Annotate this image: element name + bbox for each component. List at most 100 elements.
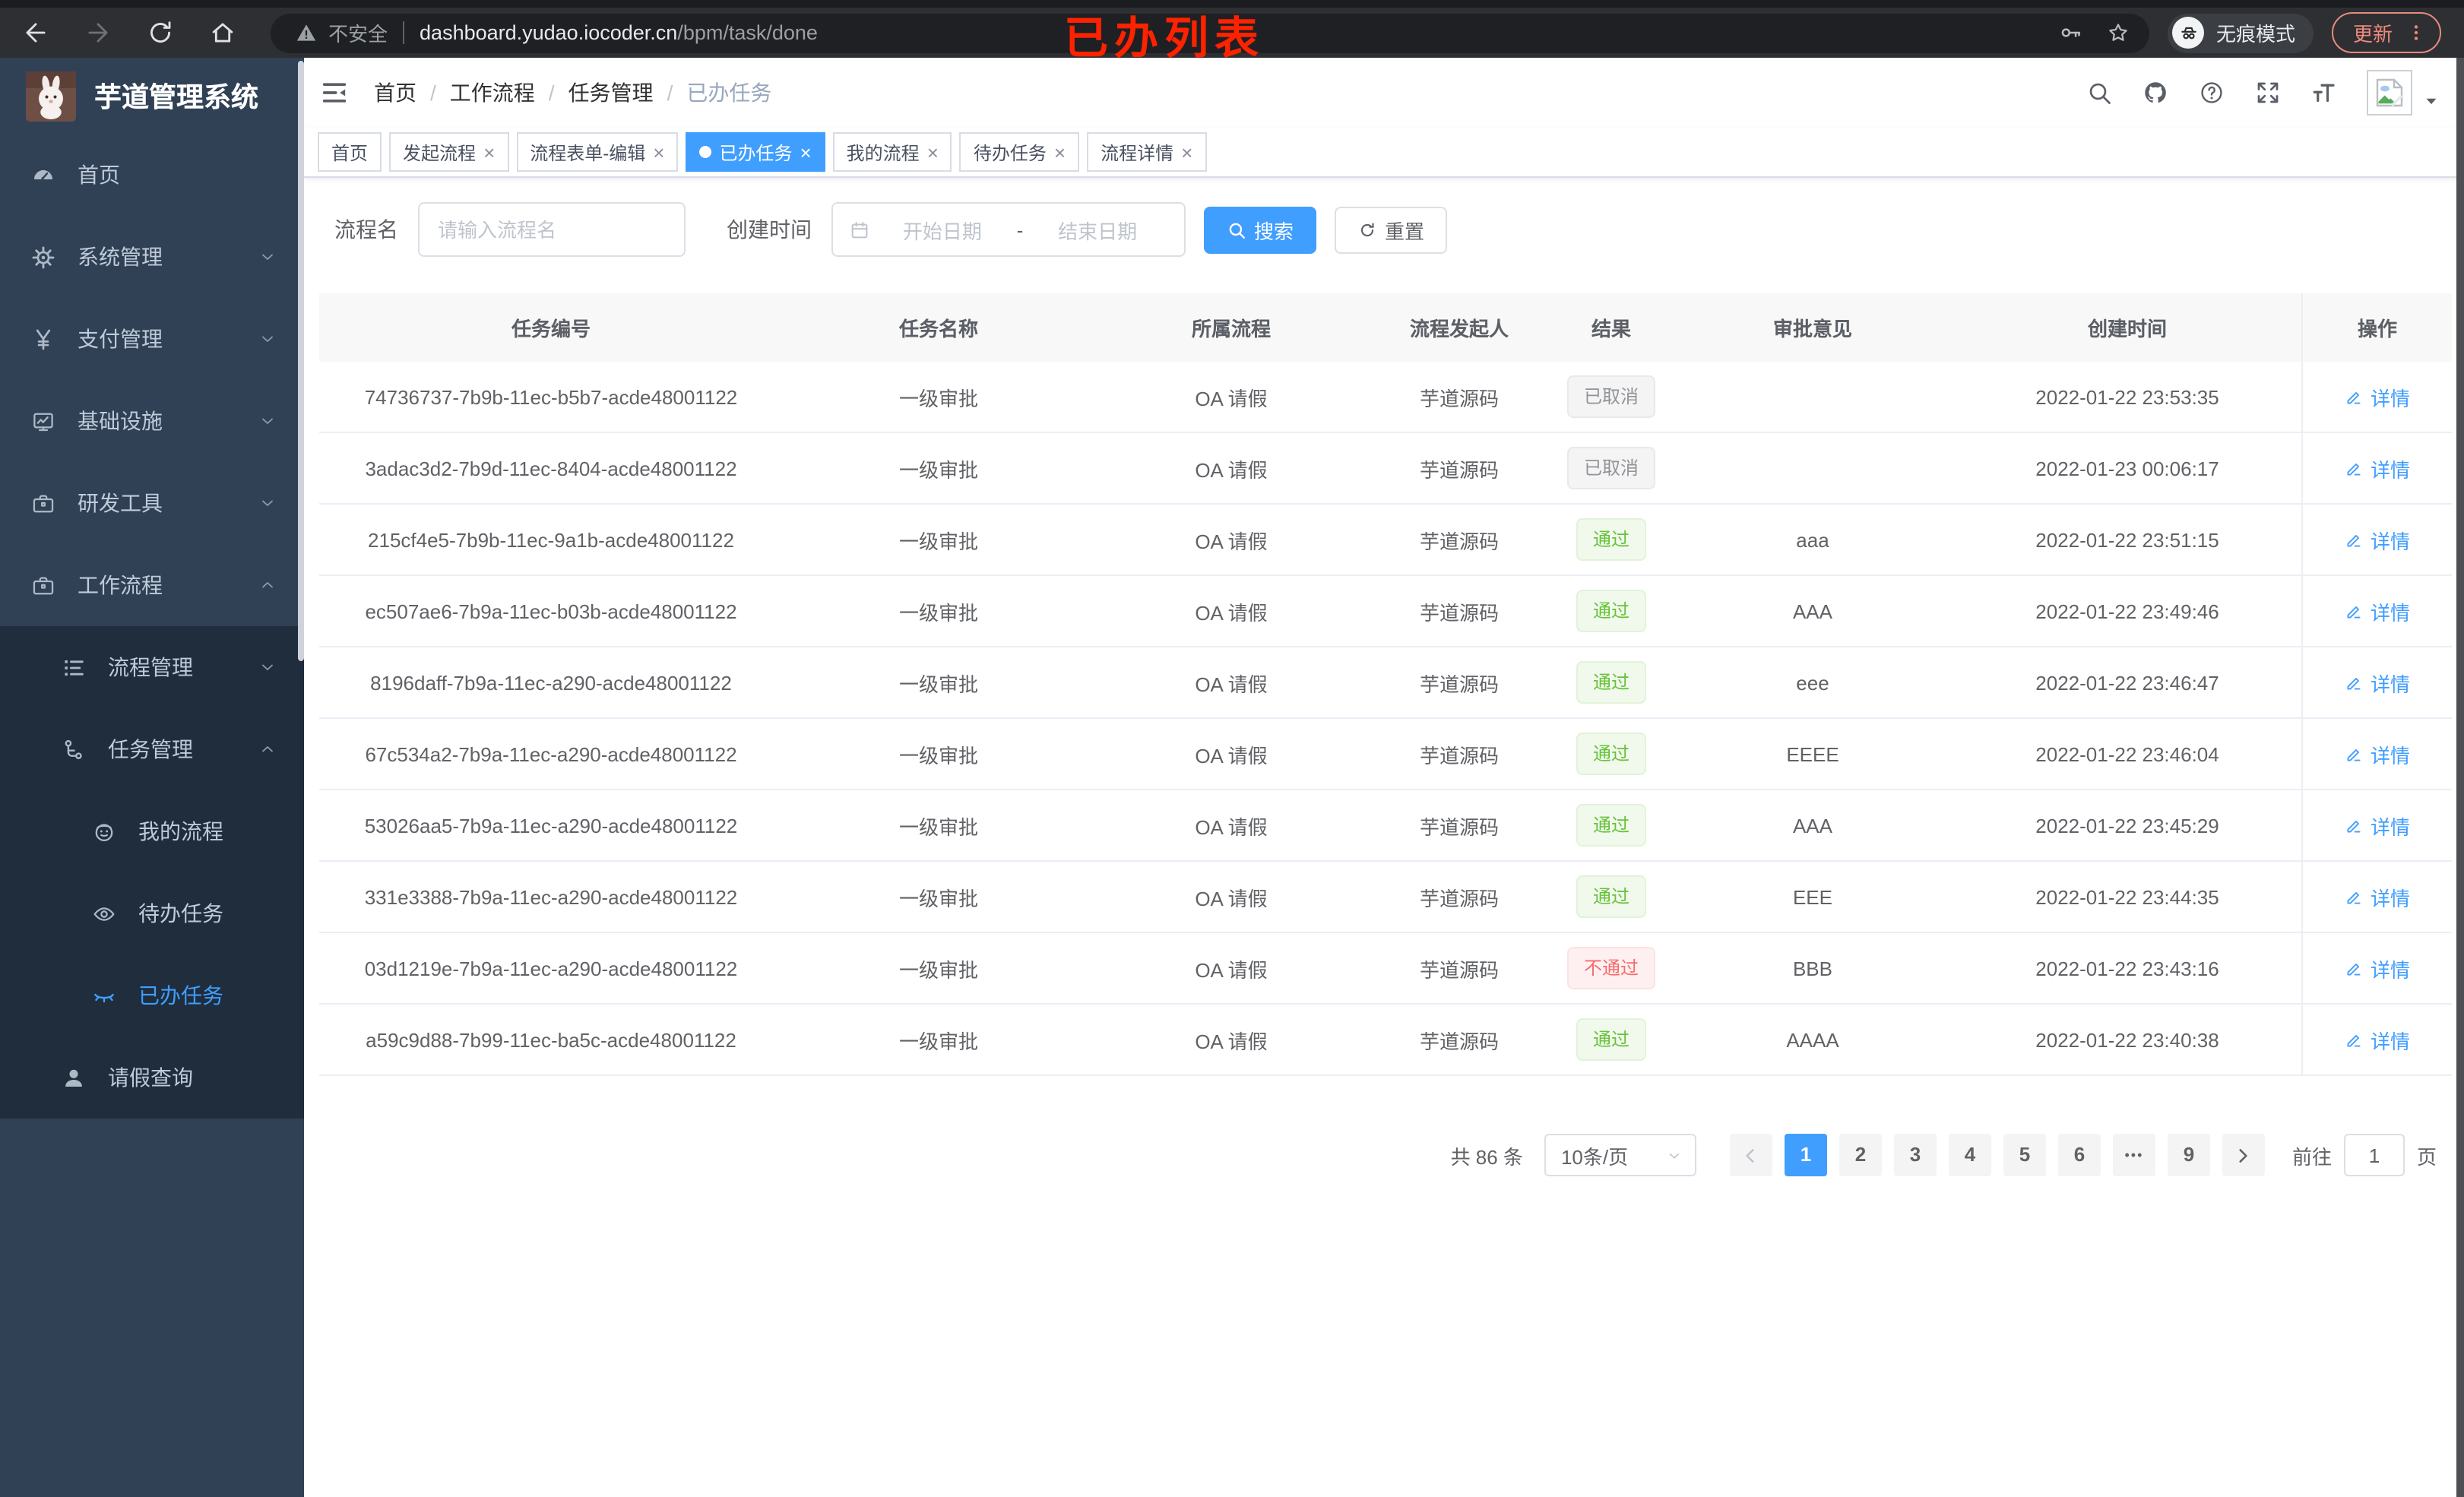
tree-icon: [61, 736, 87, 762]
sidebar-item[interactable]: 首页: [0, 134, 304, 216]
table-row: 03d1219e-7b9a-11ec-a290-acde48001122 一级审批…: [319, 933, 2452, 1005]
reload-icon[interactable]: [146, 18, 175, 47]
detail-link[interactable]: 详情: [2345, 525, 2410, 554]
start-date-placeholder[interactable]: 开始日期: [871, 215, 1014, 244]
reset-button[interactable]: 重置: [1335, 206, 1448, 253]
create-time-label: 创建时间: [727, 217, 812, 242]
page-scrollbar[interactable]: [2456, 58, 2464, 1497]
question-icon[interactable]: [2198, 79, 2225, 106]
detail-link[interactable]: 详情: [2345, 739, 2410, 768]
cell-task-name: 一级审批: [898, 1030, 978, 1052]
page-button[interactable]: 6: [2057, 1134, 2101, 1176]
tab-item[interactable]: 我的流程 ×: [832, 132, 952, 172]
page-button[interactable]: 2: [1838, 1134, 1882, 1176]
goto-page-input[interactable]: [2343, 1134, 2405, 1176]
cell-task-id: 74736737-7b9b-11ec-b5b7-acde48001122: [364, 385, 738, 408]
page-button[interactable]: 4: [1948, 1134, 1991, 1176]
detail-link[interactable]: 详情: [2345, 668, 2410, 697]
next-page-button[interactable]: [2222, 1134, 2265, 1176]
page-button[interactable]: 1: [1784, 1134, 1827, 1176]
end-date-placeholder[interactable]: 结束日期: [1026, 215, 1169, 244]
chevron-up-icon: [258, 740, 277, 758]
tab-label: 首页: [331, 142, 369, 163]
sidebar-item[interactable]: 任务管理: [0, 708, 304, 790]
sidebar-item[interactable]: 基础设施: [0, 380, 304, 462]
sidebar-item[interactable]: 系统管理: [0, 216, 304, 298]
tab-item[interactable]: 待办任务 ×: [959, 132, 1080, 172]
tab-item[interactable]: 流程表单-编辑 ×: [516, 132, 679, 172]
detail-link[interactable]: 详情: [2345, 382, 2410, 411]
forward-icon[interactable]: [84, 18, 112, 47]
column-header-name: 任务名称: [898, 318, 978, 340]
sidebar-item[interactable]: 研发工具: [0, 462, 304, 544]
pager-more-button[interactable]: •••: [2112, 1134, 2155, 1176]
search-button[interactable]: 搜索: [1204, 206, 1317, 253]
breadcrumb-separator: /: [667, 81, 673, 105]
breadcrumb-item[interactable]: 首页: [374, 78, 416, 108]
tab-item[interactable]: 发起流程 ×: [389, 132, 509, 172]
fullscreen-icon[interactable]: [2254, 79, 2282, 106]
page-size-select[interactable]: 10条/页: [1544, 1134, 1696, 1176]
prev-page-button[interactable]: [1729, 1134, 1772, 1176]
sidebar-toggle-icon[interactable]: [319, 78, 350, 108]
sidebar-menu: 首页系统管理支付管理 基础设施 研发工具 工作流程 流程管理 任务管理 我的流程 待办任务 已办…: [0, 134, 304, 1119]
detail-link[interactable]: 详情: [2345, 454, 2410, 483]
active-tab-dot: [699, 146, 712, 158]
sidebar-item-label: 系统管理: [78, 245, 163, 269]
update-button[interactable]: 更新: [2332, 12, 2442, 53]
close-icon[interactable]: ×: [483, 142, 495, 162]
avatar[interactable]: [2367, 70, 2412, 116]
cell-process: OA 请假: [1195, 601, 1268, 624]
tab-label: 待办任务: [973, 142, 1047, 163]
sidebar-item[interactable]: 请假查询: [0, 1037, 304, 1119]
detail-link[interactable]: 详情: [2345, 1025, 2410, 1054]
chevron-right-icon: [2234, 1145, 2253, 1165]
tab-item[interactable]: 已办任务 ×: [686, 132, 825, 172]
detail-link[interactable]: 详情: [2345, 597, 2410, 625]
filter-form: 流程名 创建时间 开始日期 - 结束日期 搜索 重: [316, 202, 2452, 257]
browser-menu-icon[interactable]: [2406, 21, 2426, 44]
sidebar-item[interactable]: 已办任务: [0, 954, 304, 1037]
page-button[interactable]: 9: [2167, 1134, 2210, 1176]
search-icon[interactable]: [2086, 79, 2113, 106]
tab-label: 发起流程: [403, 142, 477, 163]
close-icon[interactable]: ×: [1181, 142, 1192, 162]
detail-label: 详情: [2370, 530, 2410, 552]
create-time-range-picker[interactable]: 开始日期 - 结束日期: [831, 202, 1186, 257]
detail-link[interactable]: 详情: [2345, 811, 2410, 840]
close-icon[interactable]: ×: [800, 142, 811, 162]
github-icon[interactable]: [2142, 79, 2169, 106]
cell-action: 详情: [2301, 433, 2452, 503]
cell-task-name: 一级审批: [898, 387, 978, 410]
cell-task-name: 一级审批: [898, 458, 978, 481]
app-logo[interactable]: 芋道管理系统: [0, 58, 304, 134]
sidebar-item[interactable]: 工作流程: [0, 544, 304, 626]
page-button[interactable]: 5: [2003, 1134, 2046, 1176]
detail-label: 详情: [2370, 1030, 2410, 1052]
font-size-icon[interactable]: [2310, 79, 2338, 106]
back-icon[interactable]: [21, 18, 50, 47]
key-icon[interactable]: [2058, 20, 2084, 46]
process-name-input[interactable]: [418, 202, 686, 257]
goto-unit-label: 页: [2416, 1145, 2437, 1168]
caret-down-icon[interactable]: [2423, 92, 2440, 109]
sidebar-scrollbar[interactable]: [298, 61, 304, 661]
detail-label: 详情: [2370, 815, 2410, 838]
sidebar-item[interactable]: 我的流程: [0, 790, 304, 872]
detail-link[interactable]: 详情: [2345, 954, 2410, 983]
tab-item[interactable]: 流程详情 ×: [1087, 132, 1207, 172]
sidebar-item[interactable]: 支付管理: [0, 298, 304, 380]
sidebar-item[interactable]: 待办任务: [0, 872, 304, 954]
close-icon[interactable]: ×: [927, 142, 939, 162]
breadcrumb-item[interactable]: 任务管理: [568, 78, 654, 108]
star-icon[interactable]: [2105, 20, 2131, 46]
page-button[interactable]: 3: [1893, 1134, 1937, 1176]
tab-item[interactable]: 首页: [318, 132, 382, 172]
cell-process: OA 请假: [1195, 673, 1268, 695]
detail-link[interactable]: 详情: [2345, 882, 2410, 911]
home-icon[interactable]: [208, 18, 237, 47]
breadcrumb-item[interactable]: 工作流程: [450, 78, 535, 108]
close-icon[interactable]: ×: [653, 142, 664, 162]
close-icon[interactable]: ×: [1054, 142, 1066, 162]
sidebar-item[interactable]: 流程管理: [0, 626, 304, 708]
